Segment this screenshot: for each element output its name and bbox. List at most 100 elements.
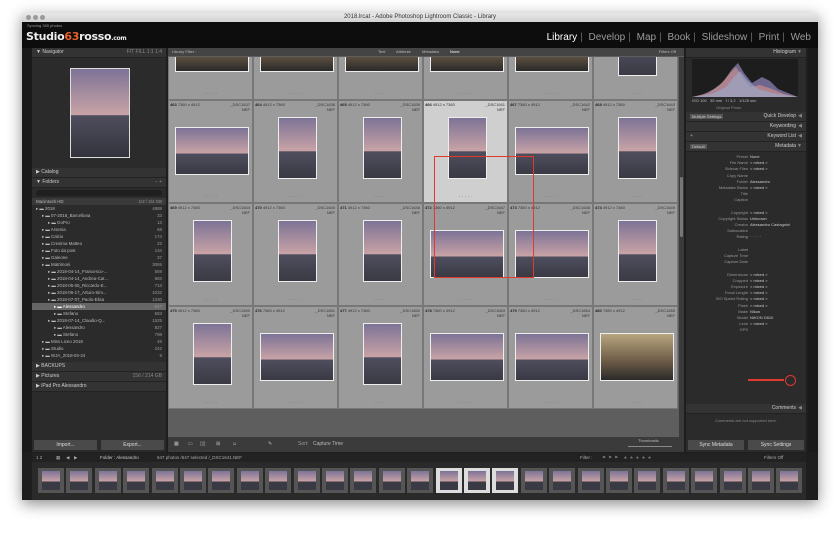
rating-dots[interactable]: · · · · · xyxy=(594,297,677,303)
folder-item[interactable]: ▸ ▬ Galeone 37 xyxy=(32,254,166,261)
rating-dots[interactable]: · · · · · xyxy=(594,400,677,406)
filmstrip-thumbnail[interactable] xyxy=(265,468,292,493)
photo-thumbnail[interactable] xyxy=(430,333,504,381)
photo-thumbnail[interactable] xyxy=(618,117,657,179)
photo-thumbnail[interactable] xyxy=(193,220,232,282)
histogram-header[interactable]: Histogram ▼ xyxy=(686,48,806,58)
folder-item[interactable]: ▸ ▬ 2018-04-14_Francesco-... 569 xyxy=(32,268,166,275)
rating-dots[interactable]: · · · · · xyxy=(424,297,507,303)
filmstrip-thumbnail[interactable] xyxy=(691,468,718,493)
rating-dots[interactable]: · · · · · xyxy=(424,91,507,97)
grid-view-icon[interactable]: ▦ xyxy=(174,437,179,452)
navigator-preview[interactable] xyxy=(32,58,166,168)
folder-item[interactable]: ▸ ▬ Arsenia 68 xyxy=(32,226,166,233)
filmstrip-thumbnail[interactable] xyxy=(719,468,746,493)
filmstrip-thumbnail[interactable] xyxy=(662,468,689,493)
filmstrip-thumbnail[interactable] xyxy=(66,468,93,493)
rating-dots[interactable]: · · · · · xyxy=(169,400,252,406)
ipad-volume[interactable]: ▶ iPad Pro Alessandro xyxy=(32,382,166,392)
grid-cell[interactable]: · · · · · xyxy=(593,57,678,100)
rating-dots[interactable]: · · · · · xyxy=(509,297,592,303)
rating-dots[interactable]: · · · · · xyxy=(169,297,252,303)
photo-thumbnail[interactable] xyxy=(345,57,419,72)
keyword-list-header[interactable]: + Keyword List ◀ xyxy=(686,132,806,142)
filmstrip-thumbnail[interactable] xyxy=(464,468,490,493)
rating-filter[interactable]: ⚑⚑⚑ ★★★★★ xyxy=(602,453,654,462)
folder-item[interactable]: ▸ ▬ Alessandro 827 xyxy=(32,324,166,331)
filmstrip-thumbnail[interactable] xyxy=(634,468,661,493)
folder-item[interactable]: ▸ ▬ Stefano 683 xyxy=(32,310,166,317)
rating-dots[interactable]: · · · · · xyxy=(339,400,422,406)
photo-thumbnail[interactable] xyxy=(363,323,402,385)
filmstrip-thumbnail[interactable] xyxy=(407,468,434,493)
filmstrip-thumbnail[interactable] xyxy=(492,468,519,493)
photo-thumbnail[interactable] xyxy=(175,57,249,72)
folder-item[interactable]: ▸ ▬ Cresima Matteo 22 xyxy=(32,240,166,247)
filmstrip-thumbnail[interactable] xyxy=(208,468,235,493)
grid-icon[interactable]: ▦ xyxy=(56,453,60,462)
filters-off-dropdown[interactable]: Filters Off xyxy=(659,48,676,56)
grid-cell[interactable]: · · · · · xyxy=(253,57,338,100)
grid-cell[interactable]: 474 4912 x 7360 _DSC1649 NEF · · · · · xyxy=(593,203,678,306)
filmstrip-thumbnail[interactable] xyxy=(549,468,576,493)
filmstrip-pages[interactable]: 1 2 xyxy=(36,453,42,462)
filmstrip-thumbnail[interactable] xyxy=(350,468,377,493)
grid-cell[interactable]: 471 4912 x 7360 _DSC1646 NEF · · · · · xyxy=(338,203,423,306)
filter-metadata-tab[interactable]: Metadata xyxy=(422,48,439,56)
module-book[interactable]: Book xyxy=(664,32,693,43)
grid-cell[interactable]: · · · · · xyxy=(508,57,593,100)
filmstrip-thumbnail[interactable] xyxy=(236,468,263,493)
photo-thumbnail[interactable] xyxy=(175,127,249,175)
folder-item[interactable]: ▸ ▬ GoPro 13 xyxy=(32,219,166,226)
photo-thumbnail[interactable] xyxy=(278,220,317,282)
photo-thumbnail[interactable] xyxy=(618,220,657,282)
rating-dots[interactable]: · · · · · xyxy=(509,400,592,406)
grid-cell[interactable]: 479 7360 x 4912 _DSC1654 NEF · · · · · xyxy=(508,306,593,409)
sort-dropdown[interactable]: Capture Time xyxy=(313,437,343,452)
filmstrip-thumbnail[interactable] xyxy=(293,468,320,493)
grid-cell[interactable]: · · · · · xyxy=(423,57,508,100)
filmstrip-thumbnail[interactable] xyxy=(322,468,348,493)
source-folder[interactable]: Folder : Alessandro xyxy=(100,453,139,462)
filmstrip-thumbnail[interactable] xyxy=(38,468,64,493)
sync-settings-button[interactable]: Sync Settings xyxy=(748,440,804,450)
photo-thumbnail[interactable] xyxy=(430,57,504,72)
grid-cell[interactable]: 465 4912 x 7360 _DSC1639 NEF · · · · · xyxy=(338,100,423,203)
photo-thumbnail[interactable] xyxy=(600,333,674,381)
module-map[interactable]: Map xyxy=(634,32,659,43)
folder-item[interactable]: ▸ ▬ Calcio 174 xyxy=(32,233,166,240)
folder-item[interactable]: ▸ ▬ 2018-07-14_Claudio-Q... 1525 xyxy=(32,317,166,324)
survey-view-icon[interactable]: ⊞ xyxy=(216,437,220,452)
filter-none-tab[interactable]: None xyxy=(450,48,460,56)
filmstrip-thumbnail[interactable] xyxy=(520,468,547,493)
left-panel-toggle[interactable] xyxy=(22,48,32,452)
rating-dots[interactable]: · · · · · xyxy=(169,194,252,200)
volume-row[interactable]: Macintosh HD 1/2 / 2/4 GB xyxy=(32,198,166,205)
folder-item[interactable]: ▸ ▬ Foto da post 134 xyxy=(32,247,166,254)
compare-view-icon[interactable]: ▯▯ xyxy=(200,437,206,452)
grid-cell[interactable]: 470 4912 x 7360 _DSC1645 NEF · · · · · xyxy=(253,203,338,306)
histogram-chart[interactable] xyxy=(692,59,798,97)
grid-cell[interactable]: · · · · · xyxy=(168,57,253,100)
folder-item[interactable]: ▸ ▬ 07-2018_Barcellona 33 xyxy=(32,212,166,219)
rating-dots[interactable]: · · · · · xyxy=(254,400,337,406)
metadata-row[interactable]: GPS xyxy=(686,327,806,333)
rating-dots[interactable]: · · · · · xyxy=(254,194,337,200)
folder-item[interactable]: ▸ ▬ Studio 242 xyxy=(32,345,166,352)
rating-dots[interactable]: · · · · · xyxy=(424,400,507,406)
rating-dots[interactable]: · · · · · xyxy=(169,91,252,97)
folder-item[interactable]: ▸ ▬ 2018-05-05_Riccardo-E... 713 xyxy=(32,282,166,289)
photo-thumbnail[interactable] xyxy=(278,117,317,179)
quick-develop-header[interactable]: Multiple Settings Quick Develop ◀ xyxy=(686,112,806,122)
filmstrip-thumbnail[interactable] xyxy=(577,468,604,493)
back-arrow-icon[interactable]: ◀ xyxy=(66,453,69,462)
filmstrip-thumbnail[interactable] xyxy=(435,468,462,493)
module-develop[interactable]: Develop xyxy=(586,32,629,43)
sync-metadata-button[interactable]: Sync Metadata xyxy=(688,440,744,450)
right-panel-toggle[interactable] xyxy=(808,48,818,452)
photo-thumbnail[interactable] xyxy=(618,57,657,76)
catalog-header[interactable]: ▶ Catalog xyxy=(32,168,166,178)
filmstrip-thumbnail[interactable] xyxy=(94,468,121,493)
filmstrip-thumbnail[interactable] xyxy=(776,468,803,493)
thumbnail-size-slider[interactable] xyxy=(628,446,672,447)
